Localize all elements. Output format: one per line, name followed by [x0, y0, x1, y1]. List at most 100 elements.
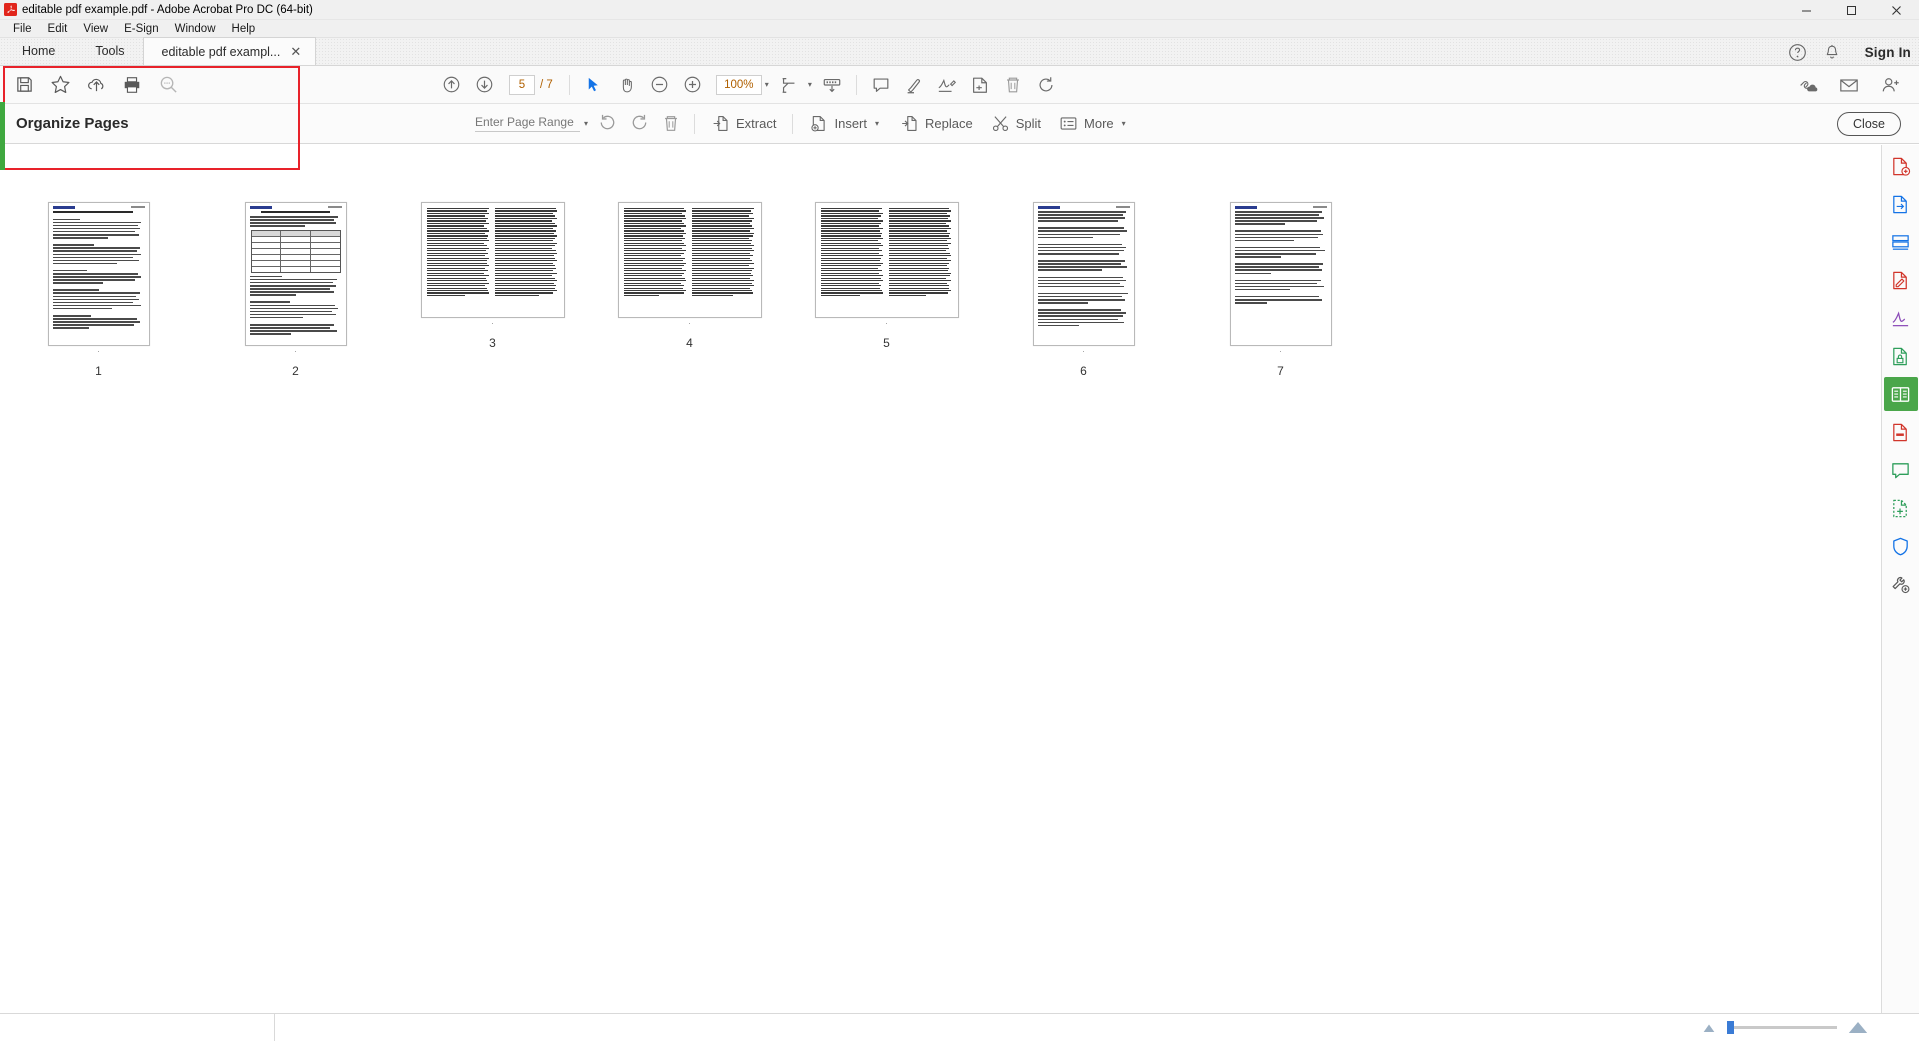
split-pages-button[interactable]: Split [982, 110, 1050, 137]
tab-document-label: editable pdf exampl... [161, 44, 281, 59]
fit-page-dropdown-caret[interactable]: ▾ [808, 80, 812, 89]
highlight-text-button[interactable] [898, 70, 930, 100]
page-thumbnail-4[interactable] [617, 202, 762, 318]
print-button[interactable] [116, 70, 148, 100]
add-comment-button[interactable] [865, 70, 897, 100]
page-thumbnail-6[interactable] [1032, 202, 1135, 346]
zoom-out-button[interactable] [644, 70, 676, 100]
thumbnail-cell[interactable]: · 5 [788, 202, 985, 350]
page-range-input[interactable]: Enter Page Range [475, 115, 580, 132]
sidebar-item-redact[interactable] [1884, 415, 1918, 449]
menu-item-window[interactable]: Window [167, 22, 224, 36]
add-to-favorites-button[interactable] [44, 70, 76, 100]
sidebar-item-protect[interactable] [1884, 339, 1918, 373]
save-button[interactable] [8, 70, 40, 100]
sidebar-item-combine-files[interactable] [1884, 225, 1918, 259]
page-thumbnail-5[interactable] [814, 202, 959, 318]
sidebar-item-create-pdf[interactable] [1884, 149, 1918, 183]
sidebar-item-export-pdf[interactable] [1884, 187, 1918, 221]
tab-bar-right-group: Sign In [1788, 38, 1911, 66]
menu-item-view[interactable]: View [75, 22, 116, 36]
menu-item-help[interactable]: Help [224, 22, 264, 36]
thumbnail-cell[interactable]: · 2 [197, 202, 394, 378]
insert-pages-button[interactable]: Insert ▾ [800, 110, 891, 137]
more-dropdown-caret[interactable]: ▾ [1122, 119, 1126, 128]
previous-page-icon [443, 76, 459, 93]
zoom-in-button[interactable] [677, 70, 709, 100]
maximize-button[interactable] [1829, 0, 1874, 20]
tab-home[interactable]: Home [0, 37, 77, 65]
zoom-slider-handle[interactable] [1727, 1021, 1734, 1034]
page-number-label: 3 [489, 336, 496, 350]
tab-tools[interactable]: Tools [77, 37, 142, 65]
current-page-input[interactable]: 5 [509, 74, 535, 95]
close-organize-pages-button[interactable]: Close [1837, 111, 1901, 136]
minimize-button[interactable] [1784, 0, 1829, 20]
email-button[interactable] [1833, 70, 1865, 100]
tab-close-icon[interactable]: ✕ [290, 45, 301, 58]
delete-pages-button[interactable] [655, 109, 687, 139]
rotate-clockwise-button[interactable] [623, 109, 655, 139]
menu-item-esign[interactable]: E-Sign [116, 22, 167, 36]
sign-in-button[interactable]: Sign In [1865, 45, 1911, 60]
rotate-counterclockwise-button[interactable] [591, 109, 623, 139]
search-icon [160, 76, 177, 93]
more-options-button[interactable]: More ▾ [1050, 110, 1138, 137]
next-page-icon [476, 76, 492, 93]
upload-to-cloud-button[interactable] [80, 70, 112, 100]
split-icon [992, 116, 1008, 132]
sidebar-item-more-tools[interactable] [1884, 567, 1918, 601]
thumbnail-cell[interactable]: · 3 [394, 202, 591, 350]
highlight-icon [907, 78, 920, 93]
thumbnail-cell[interactable]: · 4 [591, 202, 788, 350]
sidebar-item-stamp[interactable] [1884, 491, 1918, 525]
page-thumbnail-7[interactable] [1229, 202, 1332, 346]
stamp-button[interactable] [964, 70, 996, 100]
page-number-label: 4 [686, 336, 693, 350]
sidebar-item-fill-sign[interactable] [1884, 301, 1918, 335]
tab-document[interactable]: editable pdf exampl... ✕ [142, 37, 317, 65]
insert-dropdown-caret[interactable]: ▾ [875, 119, 879, 128]
share-with-people-button[interactable] [1875, 70, 1907, 100]
menu-bar: File Edit View E-Sign Window Help [0, 20, 1919, 38]
sidebar-item-organize-pages[interactable] [1883, 377, 1918, 411]
select-tool-button[interactable] [578, 70, 610, 100]
sidebar-item-comment[interactable] [1884, 453, 1918, 487]
notifications-bell-icon[interactable] [1823, 43, 1841, 62]
page-thumbnail-1[interactable] [47, 202, 150, 346]
thumbnail-cell[interactable]: · 1 [0, 202, 197, 378]
previous-page-button[interactable] [435, 70, 467, 100]
share-person-icon [1882, 77, 1899, 91]
extract-pages-button[interactable]: Extract [702, 110, 785, 137]
delete-page-button[interactable] [997, 70, 1029, 100]
signature-icon [938, 78, 956, 92]
zoom-slider-track[interactable] [1727, 1021, 1837, 1034]
thumbnail-cell[interactable]: · 6 [985, 202, 1182, 378]
sidebar-item-shield[interactable] [1884, 529, 1918, 563]
search-button[interactable] [152, 70, 184, 100]
share-link-button[interactable] [1791, 70, 1823, 100]
rotate-button[interactable] [1030, 70, 1062, 100]
zoom-dropdown-caret[interactable]: ▾ [765, 80, 769, 89]
combine-files-icon [1892, 234, 1909, 250]
fit-page-button[interactable] [773, 70, 805, 100]
page-thumbnail-3[interactable] [420, 202, 565, 318]
zoom-level-input[interactable]: 100% [715, 74, 762, 95]
insert-label: Insert [834, 116, 867, 131]
help-icon[interactable] [1788, 43, 1807, 62]
close-window-button[interactable] [1874, 0, 1919, 20]
signature-button[interactable] [931, 70, 963, 100]
hand-tool-button[interactable] [611, 70, 643, 100]
more-tools-icon [1892, 576, 1910, 593]
thumbnail-cell[interactable]: · 7 [1182, 202, 1379, 378]
menu-item-edit[interactable]: Edit [40, 22, 76, 36]
total-pages-label: / 7 [540, 78, 553, 91]
replace-pages-button[interactable]: Replace [891, 110, 982, 137]
next-page-button[interactable] [468, 70, 500, 100]
organize-pages-actions: Enter Page Range ▾ Extract Insert ▾ Repl… [475, 109, 1138, 139]
sidebar-item-edit-pdf[interactable] [1884, 263, 1918, 297]
page-range-dropdown-caret[interactable]: ▾ [584, 119, 588, 128]
page-thumbnail-2[interactable] [244, 202, 347, 346]
scroll-mode-button[interactable] [816, 70, 848, 100]
menu-item-file[interactable]: File [5, 22, 40, 36]
